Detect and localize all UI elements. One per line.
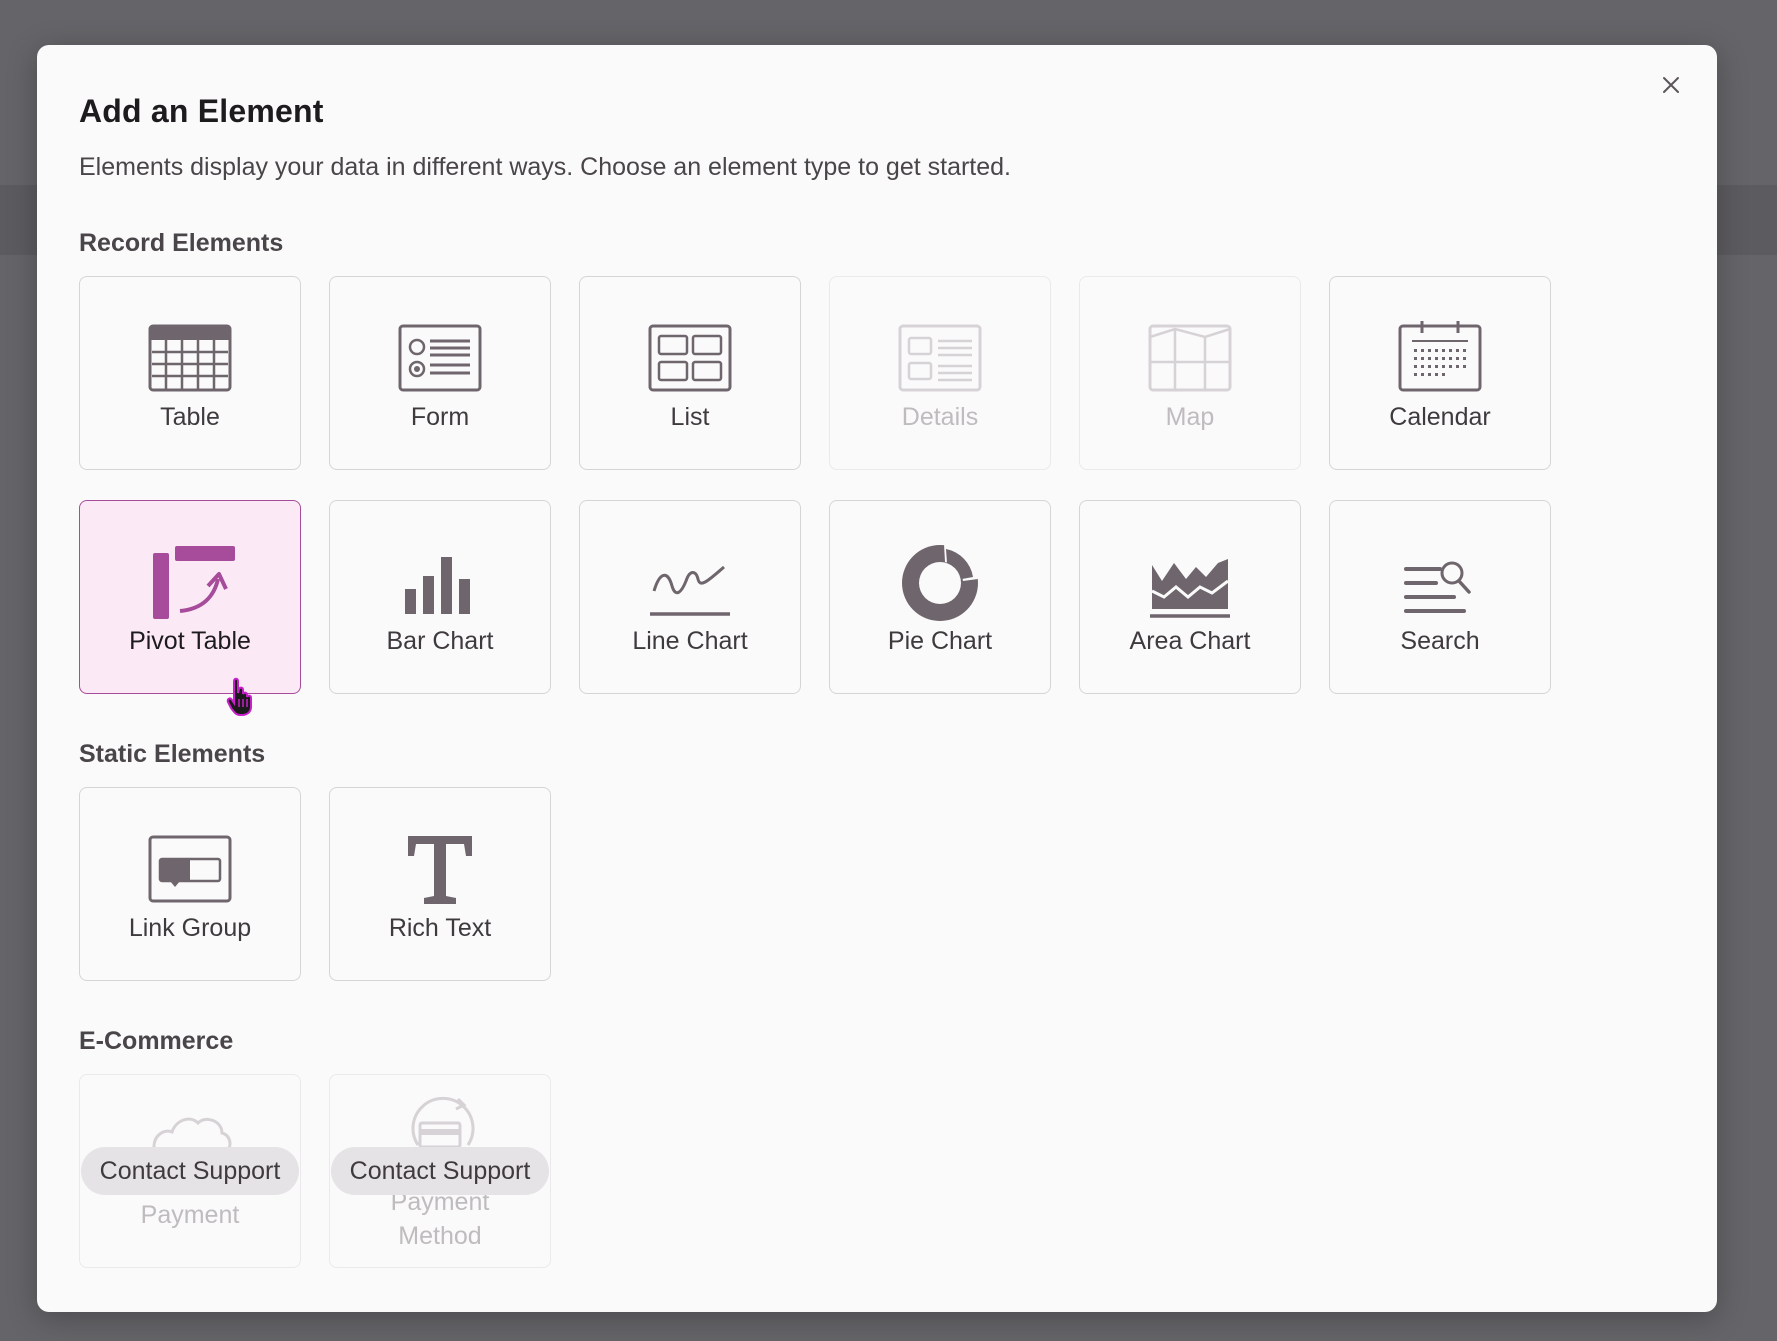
pie-chart-icon xyxy=(902,544,978,621)
element-card-calendar[interactable]: Calendar xyxy=(1329,276,1551,470)
calendar-icon xyxy=(1398,321,1482,392)
contact-support-badge[interactable]: Contact Support xyxy=(81,1147,299,1195)
card-label: Rich Text xyxy=(388,914,492,942)
rich-text-icon xyxy=(408,836,472,904)
search-icon xyxy=(1404,561,1471,613)
element-card-payment-method: Payment Method Contact Support xyxy=(329,1074,551,1268)
card-label: Search xyxy=(1400,627,1480,655)
record-elements-row-2: Pivot Table Bar Chart Line Chart Pie Cha… xyxy=(79,500,1551,694)
element-card-map: Map xyxy=(1079,276,1301,470)
element-card-search[interactable]: Search xyxy=(1329,500,1551,694)
card-label: Payment xyxy=(140,1201,240,1229)
modal-title: Add an Element xyxy=(79,93,324,129)
ecommerce-elements-row: Payment Contact Support Payment Method C… xyxy=(79,1074,551,1268)
card-label: Form xyxy=(410,403,470,431)
element-card-pivot-table[interactable]: Pivot Table xyxy=(79,500,301,694)
card-label: Pie Chart xyxy=(887,627,993,655)
card-label: List xyxy=(670,403,710,431)
element-card-list[interactable]: List xyxy=(579,276,801,470)
element-card-details: Details xyxy=(829,276,1051,470)
card-label: Bar Chart xyxy=(386,627,494,655)
card-label-line-2: Method xyxy=(398,1222,482,1250)
element-card-rich-text[interactable]: Rich Text xyxy=(329,787,551,981)
card-label: Map xyxy=(1165,403,1215,431)
card-label: Line Chart xyxy=(632,627,748,655)
element-card-pie-chart[interactable]: Pie Chart xyxy=(829,500,1051,694)
card-label: Payment Method xyxy=(330,1185,550,1253)
card-label: Link Group xyxy=(128,914,252,942)
area-chart-icon xyxy=(1150,559,1230,618)
card-label: Calendar xyxy=(1389,403,1491,431)
element-card-payment: Payment Contact Support xyxy=(79,1074,301,1268)
element-card-link-group[interactable]: Link Group xyxy=(79,787,301,981)
table-icon xyxy=(148,324,232,392)
map-icon xyxy=(1148,324,1232,392)
element-card-bar-chart[interactable]: Bar Chart xyxy=(329,500,551,694)
card-label: Table xyxy=(160,403,220,431)
form-icon xyxy=(398,324,482,392)
modal-subtitle: Elements display your data in different … xyxy=(79,153,1012,181)
element-card-line-chart[interactable]: Line Chart xyxy=(579,500,801,694)
section-label-ecommerce: E-Commerce xyxy=(79,1027,234,1055)
add-element-modal: Add an Element Elements display your dat… xyxy=(37,45,1717,1312)
line-chart-icon xyxy=(650,565,730,616)
bar-chart-icon xyxy=(405,557,470,614)
details-icon xyxy=(898,324,982,392)
record-elements-row-1: Table Form List Details Map Calendar xyxy=(79,276,1551,470)
element-card-table[interactable]: Table xyxy=(79,276,301,470)
card-label: Pivot Table xyxy=(129,627,251,655)
static-elements-row: Link Group Rich Text xyxy=(79,787,551,981)
contact-support-badge[interactable]: Contact Support xyxy=(331,1147,549,1195)
element-card-area-chart[interactable]: Area Chart xyxy=(1079,500,1301,694)
list-icon xyxy=(648,324,732,392)
card-label: Area Chart xyxy=(1129,627,1251,655)
close-button[interactable] xyxy=(1655,69,1687,101)
close-icon xyxy=(1663,77,1679,93)
card-label: Details xyxy=(901,403,979,431)
section-label-static: Static Elements xyxy=(79,740,266,768)
link-group-icon xyxy=(148,835,232,903)
element-card-form[interactable]: Form xyxy=(329,276,551,470)
section-label-record: Record Elements xyxy=(79,229,284,257)
pivot-table-icon xyxy=(153,546,235,619)
